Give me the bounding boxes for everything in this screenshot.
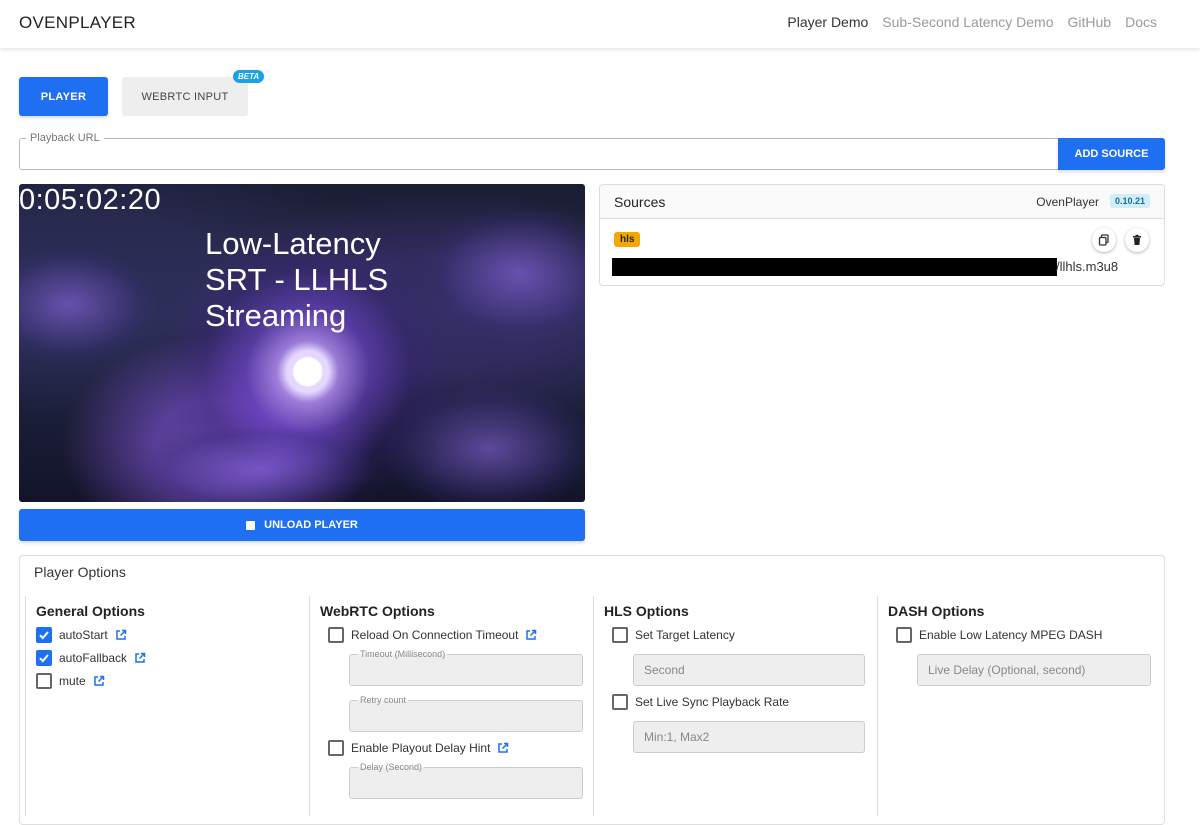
target-latency-placeholder: Second xyxy=(644,663,685,677)
hls-options-title: HLS Options xyxy=(604,603,689,619)
add-source-button[interactable]: ADD SOURCE xyxy=(1058,138,1165,170)
timeout-input[interactable]: Timeout (Millisecond) xyxy=(349,649,583,686)
playout-delay-label: Enable Playout Delay Hint xyxy=(351,741,491,755)
general-options-title: General Options xyxy=(36,603,145,619)
unload-player-button[interactable]: UNLOAD PLAYER xyxy=(19,509,585,541)
option-low-latency-dash[interactable]: Enable Low Latency MPEG DASH xyxy=(896,627,1102,643)
playout-delay-checkbox[interactable] xyxy=(328,740,344,756)
ovenplayer-name: OvenPlayer xyxy=(1036,195,1099,209)
video-overlay-line-3: Streaming xyxy=(205,298,347,333)
copy-icon xyxy=(1098,234,1109,246)
cloud-decoration xyxy=(379,384,585,502)
tab-player[interactable]: PLAYER xyxy=(19,77,108,116)
hls-options-column: HLS Options Set Target Latency Second Se… xyxy=(593,596,877,816)
option-mute[interactable]: mute xyxy=(36,673,105,689)
live-sync-input[interactable]: Min:1, Max2 xyxy=(633,721,865,753)
option-target-latency[interactable]: Set Target Latency xyxy=(612,627,735,643)
retry-count-input[interactable]: Retry count xyxy=(349,695,583,732)
trash-icon xyxy=(1133,234,1141,245)
delete-source-button[interactable] xyxy=(1125,228,1149,252)
autofallback-label: autoFallback xyxy=(59,651,128,665)
webrtc-options-title: WebRTC Options xyxy=(320,603,435,619)
beta-badge: BETA xyxy=(233,70,265,83)
player-options-panel: Player Options General Options autoStart… xyxy=(19,555,1165,825)
retry-count-label: Retry count xyxy=(358,695,409,705)
low-latency-dash-label: Enable Low Latency MPEG DASH xyxy=(919,628,1103,642)
reload-timeout-label: Reload On Connection Timeout xyxy=(351,628,519,642)
live-delay-input[interactable]: Live Delay (Optional, second) xyxy=(917,654,1151,686)
cloud-decoration xyxy=(139,424,379,502)
version-badge: 0.10.21 xyxy=(1109,194,1150,208)
mute-label: mute xyxy=(59,674,86,688)
playback-url-label: Playback URL xyxy=(26,132,104,144)
unload-player-label: UNLOAD PLAYER xyxy=(264,519,358,531)
source-type-badge: hls xyxy=(614,232,641,247)
reload-timeout-checkbox[interactable] xyxy=(328,627,344,643)
stop-icon xyxy=(246,520,256,530)
general-options-column: General Options autoStart autoFallback m… xyxy=(25,596,309,816)
target-latency-input[interactable]: Second xyxy=(633,654,865,686)
external-link-icon[interactable] xyxy=(134,652,146,664)
option-autofallback[interactable]: autoFallback xyxy=(36,650,146,666)
top-navbar: OVENPLAYER Player Demo Sub-Second Latenc… xyxy=(0,0,1200,48)
target-latency-checkbox[interactable] xyxy=(612,627,628,643)
video-overlay-line-2: SRT - LLHLS xyxy=(205,262,389,297)
external-link-icon[interactable] xyxy=(115,629,127,641)
low-latency-dash-checkbox[interactable] xyxy=(896,627,912,643)
playback-url-input[interactable] xyxy=(19,138,1060,170)
nav-github[interactable]: GitHub xyxy=(1068,14,1112,30)
live-delay-placeholder: Live Delay (Optional, second) xyxy=(928,663,1086,677)
autostart-label: autoStart xyxy=(59,628,108,642)
source-url-redacted xyxy=(612,258,1057,276)
copy-source-button[interactable] xyxy=(1092,228,1116,252)
dash-options-column: DASH Options Enable Low Latency MPEG DAS… xyxy=(877,596,1161,816)
external-link-icon[interactable] xyxy=(497,742,509,754)
tab-webrtc-input[interactable]: WEBRTC INPUT xyxy=(122,77,248,116)
nav-links: Player Demo Sub-Second Latency Demo GitH… xyxy=(787,14,1157,30)
stream-timecode: 0:05:02:20 xyxy=(19,184,162,216)
sources-header: Sources OvenPlayer 0.10.21 xyxy=(600,185,1164,219)
nav-player-demo[interactable]: Player Demo xyxy=(787,14,868,30)
live-sync-placeholder: Min:1, Max2 xyxy=(644,730,710,744)
nav-sub-second-latency-demo[interactable]: Sub-Second Latency Demo xyxy=(882,14,1053,30)
autostart-checkbox[interactable] xyxy=(36,627,52,643)
sources-card: Sources OvenPlayer 0.10.21 hls /llhls.m3… xyxy=(599,184,1165,286)
nav-docs[interactable]: Docs xyxy=(1125,14,1157,30)
option-reload-on-timeout[interactable]: Reload On Connection Timeout xyxy=(328,627,537,643)
external-link-icon[interactable] xyxy=(525,629,537,641)
video-overlay-line-1: Low-Latency xyxy=(205,226,381,261)
external-link-icon[interactable] xyxy=(93,675,105,687)
target-latency-label: Set Target Latency xyxy=(635,628,735,642)
timeout-label: Timeout (Millisecond) xyxy=(358,649,448,659)
option-live-sync-rate[interactable]: Set Live Sync Playback Rate xyxy=(612,694,789,710)
option-playout-delay[interactable]: Enable Playout Delay Hint xyxy=(328,740,509,756)
webrtc-options-column: WebRTC Options Reload On Connection Time… xyxy=(309,596,593,816)
option-autostart[interactable]: autoStart xyxy=(36,627,127,643)
dash-options-title: DASH Options xyxy=(888,603,985,619)
brand-logo[interactable]: OVENPLAYER xyxy=(19,13,136,33)
autofallback-checkbox[interactable] xyxy=(36,650,52,666)
sources-title: Sources xyxy=(614,194,666,210)
player-options-title: Player Options xyxy=(34,564,126,580)
live-sync-checkbox[interactable] xyxy=(612,694,628,710)
delay-input[interactable]: Delay (Second) xyxy=(349,762,583,799)
cloud-decoration xyxy=(419,204,585,344)
delay-label: Delay (Second) xyxy=(358,762,425,772)
video-player[interactable]: 0:05:02:20 Low-Latency SRT - LLHLS Strea… xyxy=(19,184,585,502)
cloud-decoration xyxy=(19,244,159,364)
mute-checkbox[interactable] xyxy=(36,673,52,689)
live-sync-label: Set Live Sync Playback Rate xyxy=(635,695,790,709)
source-url: /llhls.m3u8 xyxy=(1056,259,1119,274)
